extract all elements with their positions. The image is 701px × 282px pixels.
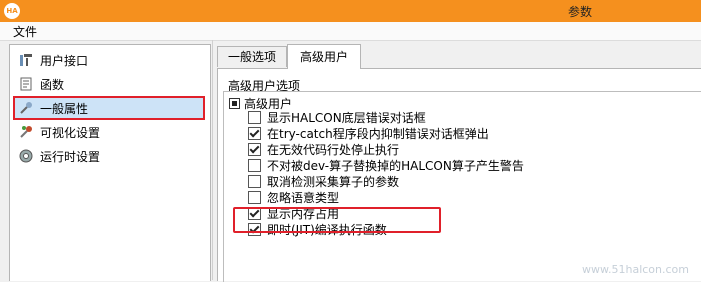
checkbox[interactable] [248, 142, 261, 156]
runtime-icon [19, 149, 33, 163]
nav-item-visualization[interactable]: 可视化设置 [14, 121, 204, 143]
advanced-user-panel: 高级用户选项 高级用户 显示HALCON底层错误对话框 在try-catch程序… [217, 68, 701, 282]
halcon-logo-icon: HA [4, 3, 20, 19]
menu-file[interactable]: 文件 [13, 23, 37, 40]
window-title: 参数 [568, 5, 593, 19]
option-label: 即时(JIT)编译执行函数 [267, 222, 387, 237]
user-interface-icon [20, 54, 32, 66]
option-ignore-semantic-types[interactable]: 忽略语意类型 [248, 189, 339, 205]
checkbox[interactable] [248, 190, 261, 204]
nav-item-label: 用户接口 [40, 53, 89, 68]
option-label: 显示内存占用 [267, 206, 340, 221]
menu-bar: 文件 [0, 22, 701, 41]
option-show-low-level-errors[interactable]: 显示HALCON底层错误对话框 [248, 109, 426, 125]
tab-advanced-user[interactable]: 高级用户 [287, 44, 361, 69]
option-show-memory-usage[interactable]: 显示内存占用 [248, 205, 339, 221]
section-toggle-icon[interactable] [229, 98, 240, 109]
nav-item-label: 函数 [40, 77, 65, 92]
option-jit-compile[interactable]: 即时(JIT)编译执行函数 [248, 221, 387, 237]
checkbox[interactable] [248, 126, 261, 140]
nav-item-label: 一般属性 [40, 101, 89, 116]
general-properties-icon [20, 102, 32, 114]
tab-general-options[interactable]: 一般选项 [217, 46, 287, 67]
checkbox[interactable] [248, 158, 261, 172]
nav-item-user-interface[interactable]: 用户接口 [14, 49, 204, 71]
settings-nav: 用户接口 函数 一般属性 可视化设置 运行时设置 [9, 44, 211, 281]
visualization-icon [20, 126, 32, 138]
function-icon [20, 77, 32, 91]
option-stop-at-invalid-line[interactable]: 在无效代码行处停止执行 [248, 141, 399, 157]
panel-divider[interactable] [212, 40, 213, 280]
option-label: 忽略语意类型 [267, 190, 340, 205]
watermark: www.51halcon.com [582, 263, 689, 276]
checkbox[interactable] [248, 206, 261, 220]
option-label: 在无效代码行处停止执行 [267, 142, 400, 157]
title-bar: HA 参数 [0, 0, 701, 22]
checkbox[interactable] [248, 174, 261, 188]
nav-item-label: 运行时设置 [40, 149, 101, 164]
checkbox[interactable] [248, 110, 261, 124]
nav-item-runtime[interactable]: 运行时设置 [14, 145, 204, 167]
option-label: 取消检测采集算子的参数 [267, 174, 400, 189]
option-label: 在try-catch程序段内抑制错误对话框弹出 [267, 126, 489, 141]
option-no-dev-operator-warning[interactable]: 不对被dev-算子替换掉的HALCON算子产生警告 [248, 157, 524, 173]
option-skip-acquisition-param-check[interactable]: 取消检测采集算子的参数 [248, 173, 399, 189]
option-label: 不对被dev-算子替换掉的HALCON算子产生警告 [267, 158, 524, 173]
option-suppress-try-catch-dialogs[interactable]: 在try-catch程序段内抑制错误对话框弹出 [248, 125, 489, 141]
option-label: 显示HALCON底层错误对话框 [267, 110, 426, 125]
nav-item-label: 可视化设置 [40, 125, 101, 140]
checkbox[interactable] [248, 222, 261, 236]
nav-item-general-properties[interactable]: 一般属性 [13, 96, 205, 120]
nav-item-functions[interactable]: 函数 [14, 73, 204, 95]
